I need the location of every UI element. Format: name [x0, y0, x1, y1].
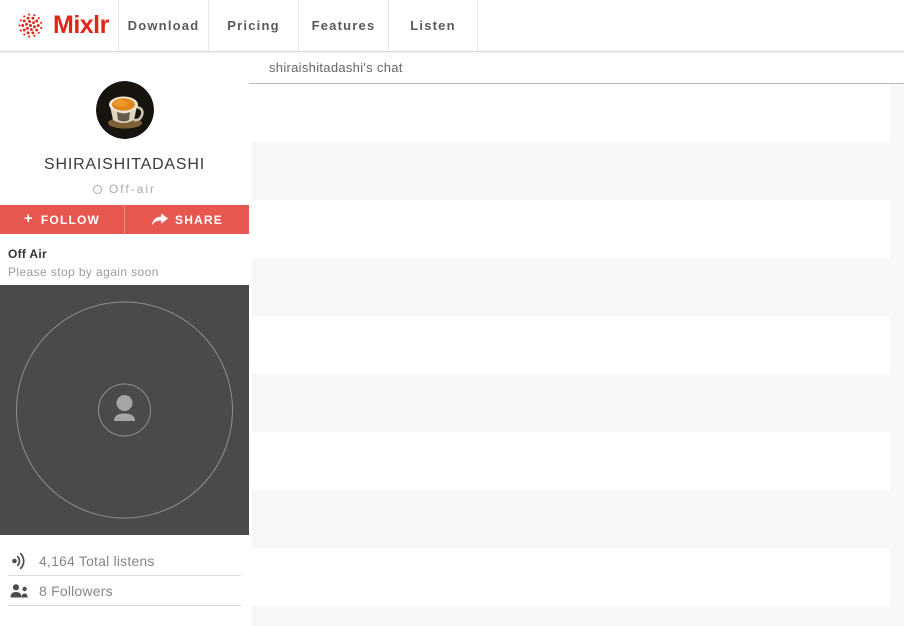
chat-scrollbar-track[interactable]	[890, 84, 904, 626]
chat-row	[252, 432, 890, 490]
chat-row	[252, 374, 890, 432]
followers-icon	[8, 581, 30, 601]
action-buttons: + FOLLOW SHARE	[0, 205, 249, 234]
listens-icon	[8, 551, 30, 571]
nav-item-features[interactable]: Features	[298, 0, 388, 51]
nav-item-listen[interactable]: Listen	[388, 0, 478, 51]
offair-message: Off Air Please stop by again soon	[0, 234, 249, 285]
mixlr-profile-page: Mixlr Download Pricing Features Listen	[0, 0, 904, 626]
chat-row	[252, 548, 890, 606]
chat-row	[252, 142, 890, 200]
avatar-wrap	[0, 81, 249, 139]
offair-subtitle: Please stop by again soon	[8, 265, 241, 279]
nav-menu: Download Pricing Features Listen	[118, 0, 478, 51]
chat-panel: shiraishitadashi's chat	[249, 52, 904, 626]
share-label: SHARE	[175, 213, 223, 227]
mixlr-dots-icon	[17, 12, 44, 39]
nav-item-pricing[interactable]: Pricing	[208, 0, 298, 51]
chat-row	[252, 606, 890, 626]
stat-text: 4,164 Total listens	[39, 553, 155, 569]
chat-title: shiraishitadashi's chat	[269, 60, 403, 75]
nav-item-download[interactable]: Download	[118, 0, 208, 51]
offair-title: Off Air	[8, 247, 241, 261]
share-arrow-icon	[151, 213, 168, 227]
follow-label: FOLLOW	[41, 213, 100, 227]
plus-icon: +	[24, 211, 34, 226]
profile-name: SHIRAISHITADASHI	[0, 156, 249, 174]
mixlr-logo[interactable]: Mixlr	[0, 0, 118, 51]
avatar	[96, 81, 154, 139]
top-nav: Mixlr Download Pricing Features Listen	[0, 0, 904, 52]
stat-total-listens: 4,164 Total listens	[8, 546, 241, 576]
stat-text: 8 Followers	[39, 583, 113, 599]
follow-button[interactable]: + FOLLOW	[0, 205, 125, 234]
chat-header: shiraishitadashi's chat	[249, 52, 904, 84]
chat-row	[252, 490, 890, 548]
chat-messages[interactable]	[249, 84, 904, 626]
person-icon	[114, 395, 135, 421]
chat-row	[252, 200, 890, 258]
profile-sidebar: SHIRAISHITADASHI Off-air + FOLLOW SHARE …	[0, 52, 249, 626]
stats-list: 4,164 Total listens 8 Followers	[0, 535, 249, 606]
chat-row	[252, 316, 890, 374]
status-label: Off-air	[109, 182, 156, 196]
share-button[interactable]: SHARE	[125, 205, 249, 234]
brand-wordmark: Mixlr	[53, 11, 109, 40]
player-panel	[0, 285, 249, 535]
chat-row	[252, 84, 890, 142]
stat-followers: 8 Followers	[8, 576, 241, 606]
offair-dot-icon	[93, 185, 102, 194]
status-badge: Off-air	[0, 182, 249, 196]
player-visual	[0, 285, 249, 535]
chat-row	[252, 258, 890, 316]
